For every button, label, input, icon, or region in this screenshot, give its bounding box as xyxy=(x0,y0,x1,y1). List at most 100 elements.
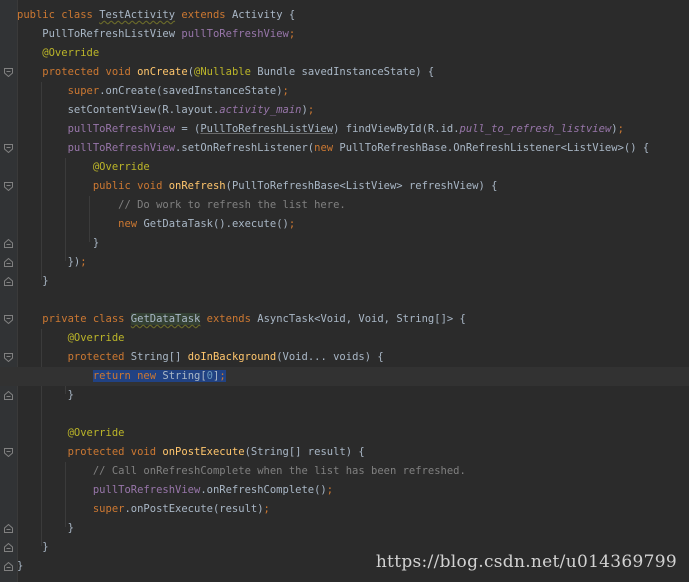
code-token: @Override xyxy=(17,47,100,59)
code-line[interactable]: public void onRefresh(PullToRefreshBase<… xyxy=(0,177,689,196)
code-token: TestActivity xyxy=(99,9,176,21)
code-token: super xyxy=(67,85,100,97)
code-token: protected xyxy=(17,351,131,363)
code-token: } xyxy=(17,237,100,249)
code-token: @Override xyxy=(17,332,125,344)
code-token: return new xyxy=(92,370,163,382)
code-token: .setOnRefreshListener( xyxy=(175,142,315,154)
fold-collapse-icon[interactable] xyxy=(4,448,13,457)
code-token: protected void xyxy=(17,66,138,78)
code-token: .onPostExecute(result) xyxy=(124,503,264,515)
code-token: protected void xyxy=(17,446,163,458)
fold-end-icon[interactable] xyxy=(4,543,13,552)
code-token: ; xyxy=(326,484,334,496)
code-token: String[ xyxy=(162,370,207,382)
code-line[interactable]: } xyxy=(0,234,689,253)
code-line[interactable]: } xyxy=(0,272,689,291)
code-line[interactable]: @Override xyxy=(0,424,689,443)
code-line[interactable]: @Override xyxy=(0,44,689,63)
code-line[interactable] xyxy=(0,291,689,310)
code-token: } xyxy=(17,560,24,572)
fold-end-icon[interactable] xyxy=(4,277,13,286)
code-token: new xyxy=(314,142,340,154)
code-line[interactable]: new GetDataTask().execute(); xyxy=(0,215,689,234)
code-token: extends xyxy=(200,313,258,325)
code-token: = ( xyxy=(175,123,201,135)
code-token: ; xyxy=(307,104,315,116)
code-token: String[] xyxy=(130,351,188,363)
fold-end-icon[interactable] xyxy=(4,258,13,267)
code-token: ; xyxy=(263,503,270,515)
code-token: GetDataTask().execute() xyxy=(143,218,289,230)
code-line[interactable]: @Override xyxy=(0,329,689,348)
code-token: PullToRefreshListView xyxy=(17,28,182,40)
code-line[interactable]: setContentView(R.layout.activity_main); xyxy=(0,101,689,120)
code-token: pullToRefreshView xyxy=(92,484,201,496)
code-token: } xyxy=(17,541,49,553)
code-token: setContentView(R.layout. xyxy=(17,104,220,116)
code-line[interactable]: pullToRefreshView.setOnRefreshListener(n… xyxy=(0,139,689,158)
code-line[interactable]: } xyxy=(0,519,689,538)
fold-collapse-icon[interactable] xyxy=(4,353,13,362)
code-line[interactable]: super.onPostExecute(result); xyxy=(0,500,689,519)
watermark-text: https://blog.csdn.net/u014369799 xyxy=(375,552,677,572)
code-line[interactable]: }); xyxy=(0,253,689,272)
code-token: onPostExecute xyxy=(162,446,245,458)
code-line[interactable]: super.onCreate(savedInstanceState); xyxy=(0,82,689,101)
code-token: activity_main xyxy=(219,104,302,116)
code-token: } xyxy=(17,275,49,287)
code-token: ; xyxy=(219,370,226,382)
code-line[interactable]: // Do work to refresh the list here. xyxy=(0,196,689,215)
code-token: extends xyxy=(175,9,232,21)
code-line[interactable]: pullToRefreshView = (PullToRefreshListVi… xyxy=(0,120,689,139)
code-token: pullToRefreshView xyxy=(67,142,176,154)
fold-collapse-icon[interactable] xyxy=(4,144,13,153)
code-token: PullToRefreshListView xyxy=(200,123,334,135)
fold-collapse-icon[interactable] xyxy=(4,68,13,77)
code-token: Bundle savedInstanceState) { xyxy=(250,66,435,78)
code-line[interactable]: protected String[] doInBackground(Void..… xyxy=(0,348,689,367)
fold-collapse-icon[interactable] xyxy=(4,315,13,324)
code-line[interactable]: private class GetDataTask extends AsyncT… xyxy=(0,310,689,329)
code-line[interactable]: public class TestActivity extends Activi… xyxy=(0,6,689,25)
code-line[interactable]: } xyxy=(0,386,689,405)
code-token: new xyxy=(118,218,144,230)
code-editor[interactable]: public class TestActivity extends Activi… xyxy=(0,0,689,582)
code-token: GetDataTask xyxy=(130,313,201,325)
fold-end-icon[interactable] xyxy=(4,391,13,400)
code-token: pullToRefreshView xyxy=(67,123,176,135)
code-token: (Void... voids) { xyxy=(276,351,384,363)
code-token: ; xyxy=(288,28,296,40)
code-token: pullToRefreshView xyxy=(181,28,289,40)
fold-end-icon[interactable] xyxy=(4,524,13,533)
code-token: // Do work to refresh the list here. xyxy=(17,199,346,211)
code-token: } xyxy=(17,522,74,534)
code-token: PullToRefreshBase.OnRefreshListener<List… xyxy=(339,142,650,154)
code-line[interactable] xyxy=(0,405,689,424)
code-token: AsyncTask<Void, Void, String[]> { xyxy=(257,313,466,325)
fold-end-icon[interactable] xyxy=(4,239,13,248)
code-line[interactable]: // Call onRefreshComplete when the list … xyxy=(0,462,689,481)
code-token: } xyxy=(17,389,74,401)
code-line[interactable]: @Override xyxy=(0,158,689,177)
fold-collapse-icon[interactable] xyxy=(4,182,13,191)
code-token: ; xyxy=(80,256,87,268)
code-token: (PullToRefreshBase<ListView> refreshView… xyxy=(225,180,498,192)
code-line[interactable]: protected void onPostExecute(String[] re… xyxy=(0,443,689,462)
code-token: public void xyxy=(17,180,169,192)
code-line[interactable]: PullToRefreshListView pullToRefreshView; xyxy=(0,25,689,44)
code-token: ; xyxy=(282,85,289,97)
code-token: Activity { xyxy=(231,9,296,21)
code-token: super xyxy=(92,503,125,515)
code-line[interactable]: protected void onCreate(@Nullable Bundle… xyxy=(0,63,689,82)
code-token: .onCreate(savedInstanceState) xyxy=(99,85,283,97)
code-line[interactable]: return new String[0]; xyxy=(0,367,689,386)
fold-end-icon[interactable] xyxy=(4,562,13,571)
code-line[interactable]: pullToRefreshView.onRefreshComplete(); xyxy=(0,481,689,500)
